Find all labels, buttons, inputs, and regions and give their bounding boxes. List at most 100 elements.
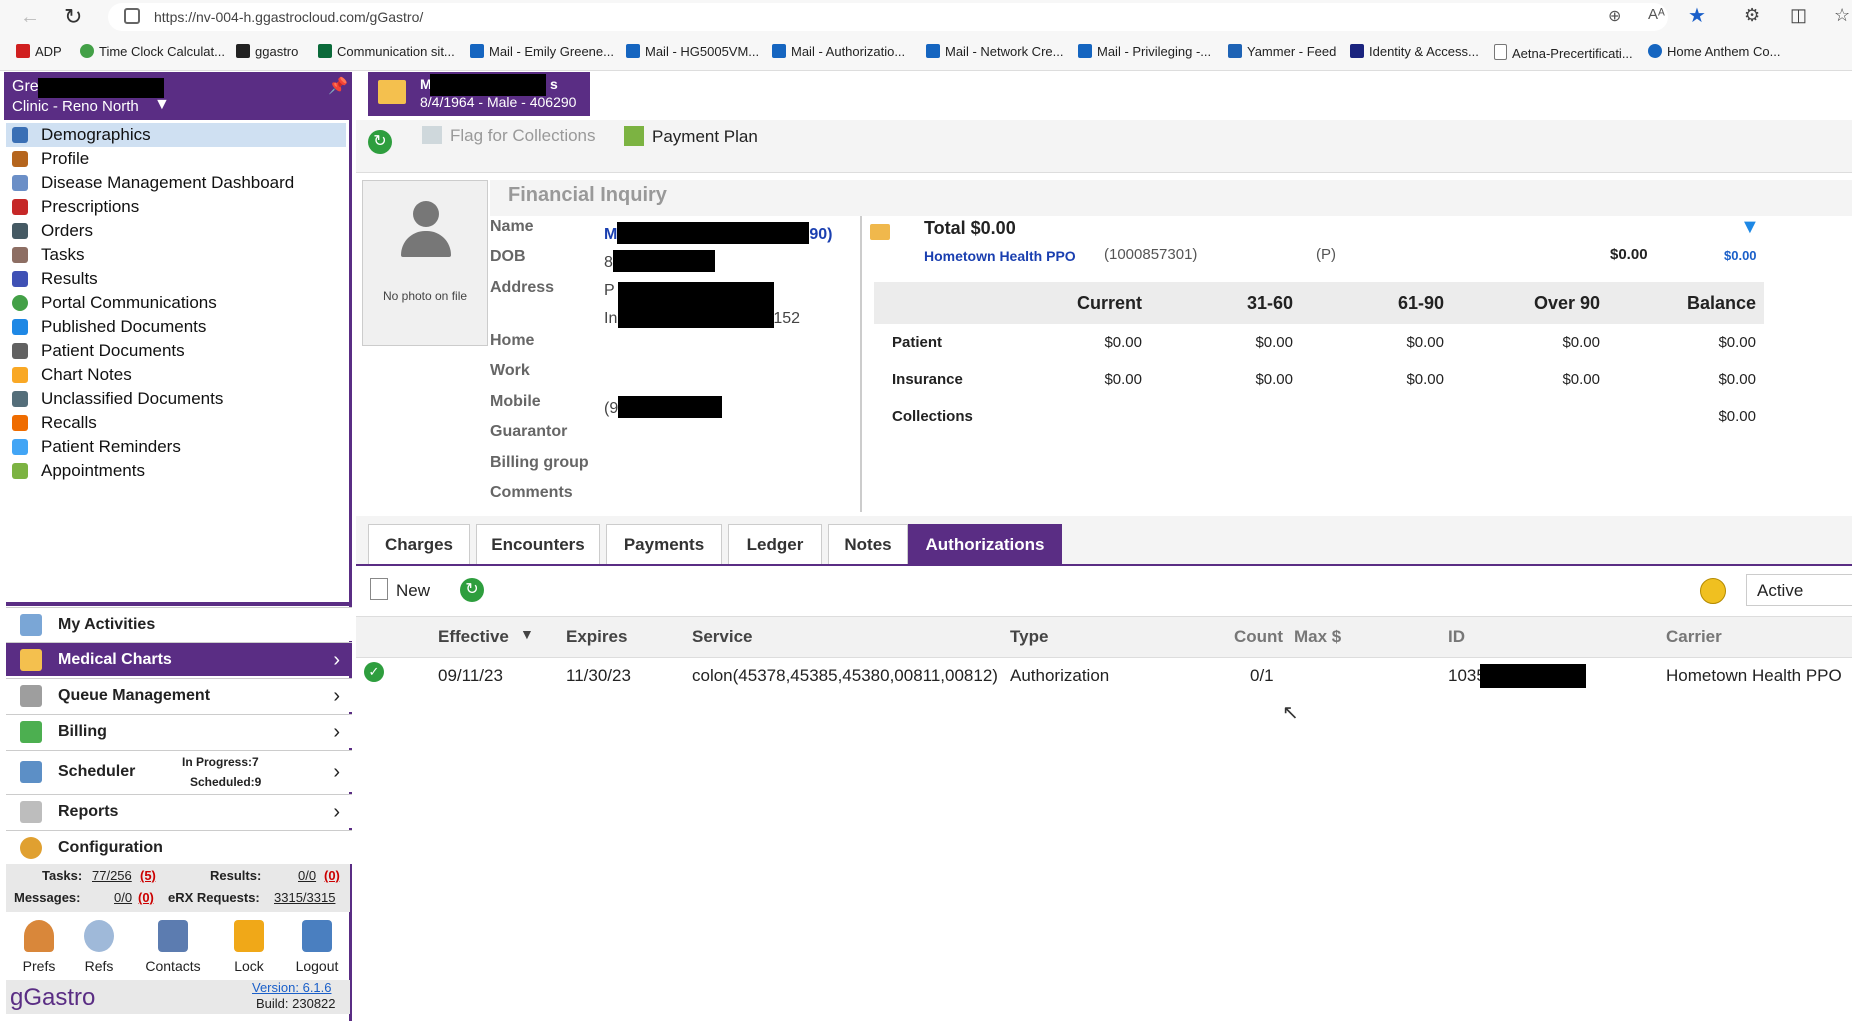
- lock-icon[interactable]: [124, 8, 140, 24]
- logout-button[interactable]: Logout: [286, 920, 348, 974]
- table-row[interactable]: ✓ 09/11/23 11/30/23 colon(45378,45385,45…: [356, 656, 1852, 696]
- bookmark-label: Yammer - Feed: [1247, 44, 1337, 59]
- favorites-icon[interactable]: ☆: [1834, 5, 1850, 26]
- bookmark-label: Mail - Privileging -...: [1097, 44, 1212, 59]
- sidebar-item-recalls[interactable]: Recalls: [6, 411, 346, 435]
- bookmark-label: Mail - Emily Greene...: [489, 44, 614, 59]
- tab-notes[interactable]: Notes: [828, 524, 908, 564]
- sidebar-item-unclassified-documents[interactable]: Unclassified Documents: [6, 387, 346, 411]
- sidebar-item-profile[interactable]: Profile: [6, 147, 346, 171]
- column-service[interactable]: Service: [692, 627, 753, 647]
- results-link[interactable]: 0/0: [298, 868, 316, 883]
- clinic-selector[interactable]: Gre Clinic - Reno North ▼ 📌: [4, 72, 350, 120]
- chevron-down-icon[interactable]: ▼: [154, 96, 170, 114]
- lock-button[interactable]: Lock: [218, 920, 280, 974]
- refs-button[interactable]: Refs: [68, 920, 130, 974]
- messages-link[interactable]: 0/0: [114, 890, 132, 905]
- sidebar-item-patient-documents[interactable]: Patient Documents: [6, 339, 346, 363]
- column-effective[interactable]: Effective: [438, 627, 509, 647]
- sidebar-item-published-documents[interactable]: Published Documents: [6, 315, 346, 339]
- medical-charts-section[interactable]: Medical Charts ›: [6, 642, 352, 676]
- payment-plan-button[interactable]: Payment Plan: [624, 126, 758, 147]
- patient-name-value[interactable]: M 90): [604, 222, 832, 244]
- button-label: New: [396, 581, 431, 600]
- sort-desc-icon[interactable]: ▼: [520, 626, 534, 642]
- version-link[interactable]: Version: 6.1.6: [252, 980, 332, 995]
- bookmark-item[interactable]: Identity & Access...: [1350, 44, 1479, 59]
- prefs-button[interactable]: Prefs: [8, 920, 70, 974]
- sidebar-item-patient-reminders[interactable]: Patient Reminders: [6, 435, 346, 459]
- column-carrier[interactable]: Carrier: [1666, 627, 1722, 647]
- bookmark-item[interactable]: Mail - Privileging -...: [1078, 44, 1211, 59]
- refresh-icon[interactable]: ↻: [368, 130, 392, 154]
- column-id[interactable]: ID: [1448, 627, 1465, 647]
- sidebar-item-results[interactable]: Results: [6, 267, 346, 291]
- billing-section[interactable]: Billing ›: [6, 714, 352, 748]
- queue-management-section[interactable]: Queue Management ›: [6, 678, 352, 712]
- zoom-icon[interactable]: ⊕: [1608, 6, 1621, 26]
- bookmark-item[interactable]: Time Clock Calculat...: [80, 44, 225, 59]
- scheduler-section[interactable]: Scheduler In Progress:7 Scheduled:9 ›: [6, 750, 352, 792]
- erx-link[interactable]: 3315/3315: [274, 890, 335, 905]
- refresh-icon[interactable]: ↻: [64, 4, 82, 30]
- favorite-star-icon[interactable]: ★: [1688, 3, 1706, 28]
- activities-icon: [20, 614, 42, 636]
- bookmark-item[interactable]: Mail - Emily Greene...: [470, 44, 614, 59]
- history-clock-icon[interactable]: [1700, 578, 1726, 604]
- carrier-link[interactable]: Hometown Health PPO: [924, 248, 1076, 264]
- messages-alert[interactable]: (0): [138, 890, 154, 905]
- reports-section[interactable]: Reports ›: [6, 794, 352, 828]
- bookmark-item[interactable]: Mail - HG5005VM...: [626, 44, 759, 59]
- tab-charges[interactable]: Charges: [368, 524, 470, 564]
- bookmark-item[interactable]: Home Anthem Co...: [1648, 44, 1780, 59]
- bookmark-item[interactable]: Mail - Network Cre...: [926, 44, 1063, 59]
- back-icon[interactable]: ←: [20, 6, 40, 29]
- bookmark-item[interactable]: Mail - Authorizatio...: [772, 44, 905, 59]
- column-expires[interactable]: Expires: [566, 627, 627, 647]
- extensions-icon[interactable]: ⚙: [1744, 5, 1760, 26]
- status-filter-select[interactable]: Active: [1746, 574, 1852, 606]
- tasks-link[interactable]: 77/256: [92, 868, 132, 883]
- configuration-section[interactable]: Configuration: [6, 830, 352, 864]
- sidebar-item-disease-management[interactable]: Disease Management Dashboard: [6, 171, 346, 195]
- tab-encounters[interactable]: Encounters: [476, 524, 600, 564]
- refresh-icon[interactable]: ↻: [460, 578, 484, 602]
- bookmark-item[interactable]: Aetna-Precertificati...: [1494, 44, 1633, 61]
- read-aloud-icon[interactable]: Aᴬ: [1648, 6, 1665, 23]
- results-alert[interactable]: (0): [324, 868, 340, 883]
- flag-for-collections-button[interactable]: Flag for Collections: [422, 126, 596, 146]
- clock-icon: [80, 44, 94, 58]
- column-max[interactable]: Max $: [1294, 627, 1341, 647]
- tab-ledger[interactable]: Ledger: [728, 524, 822, 564]
- url-text[interactable]: https://nv-004-h.ggastrocloud.com/gGastr…: [154, 9, 423, 25]
- my-activities-section[interactable]: My Activities: [6, 607, 352, 641]
- bookmark-item[interactable]: ADP: [16, 44, 62, 59]
- bookmark-item[interactable]: Yammer - Feed: [1228, 44, 1336, 59]
- split-screen-icon[interactable]: ◫: [1790, 5, 1807, 26]
- sidebar-item-chart-notes[interactable]: Chart Notes: [6, 363, 346, 387]
- contacts-button[interactable]: Contacts: [142, 920, 204, 974]
- column-count[interactable]: Count: [1234, 627, 1283, 647]
- sidebar-item-orders[interactable]: Orders: [6, 219, 346, 243]
- filter-icon[interactable]: ▼: [1740, 216, 1760, 239]
- tasks-alert[interactable]: (5): [140, 868, 156, 883]
- redaction: [1480, 664, 1586, 688]
- column-type[interactable]: Type: [1010, 627, 1048, 647]
- tab-payments[interactable]: Payments: [606, 524, 722, 564]
- pin-icon[interactable]: 📌: [328, 76, 348, 96]
- carrier-amount-link[interactable]: $0.00: [1724, 248, 1757, 263]
- sidebar-item-demographics[interactable]: Demographics: [6, 123, 346, 147]
- bookmark-item[interactable]: ggastro: [236, 44, 298, 59]
- new-authorization-button[interactable]: New: [370, 578, 430, 601]
- sidebar-item-tasks[interactable]: Tasks: [6, 243, 346, 267]
- tab-authorizations[interactable]: Authorizations: [908, 524, 1062, 564]
- brand-logo: gGastro: [10, 984, 96, 1011]
- bell-icon: [12, 439, 28, 455]
- sidebar-item-prescriptions[interactable]: Prescriptions: [6, 195, 346, 219]
- bookmark-item[interactable]: Communication sit...: [318, 44, 455, 59]
- envelope-icon[interactable]: [870, 224, 890, 240]
- sidebar-item-portal-communications[interactable]: Portal Communications: [6, 291, 346, 315]
- identity-icon: [1350, 44, 1364, 58]
- sidebar-item-appointments[interactable]: Appointments: [6, 459, 346, 483]
- patient-chart-tab[interactable]: M s 8/4/1964 - Male - 406290: [368, 72, 590, 116]
